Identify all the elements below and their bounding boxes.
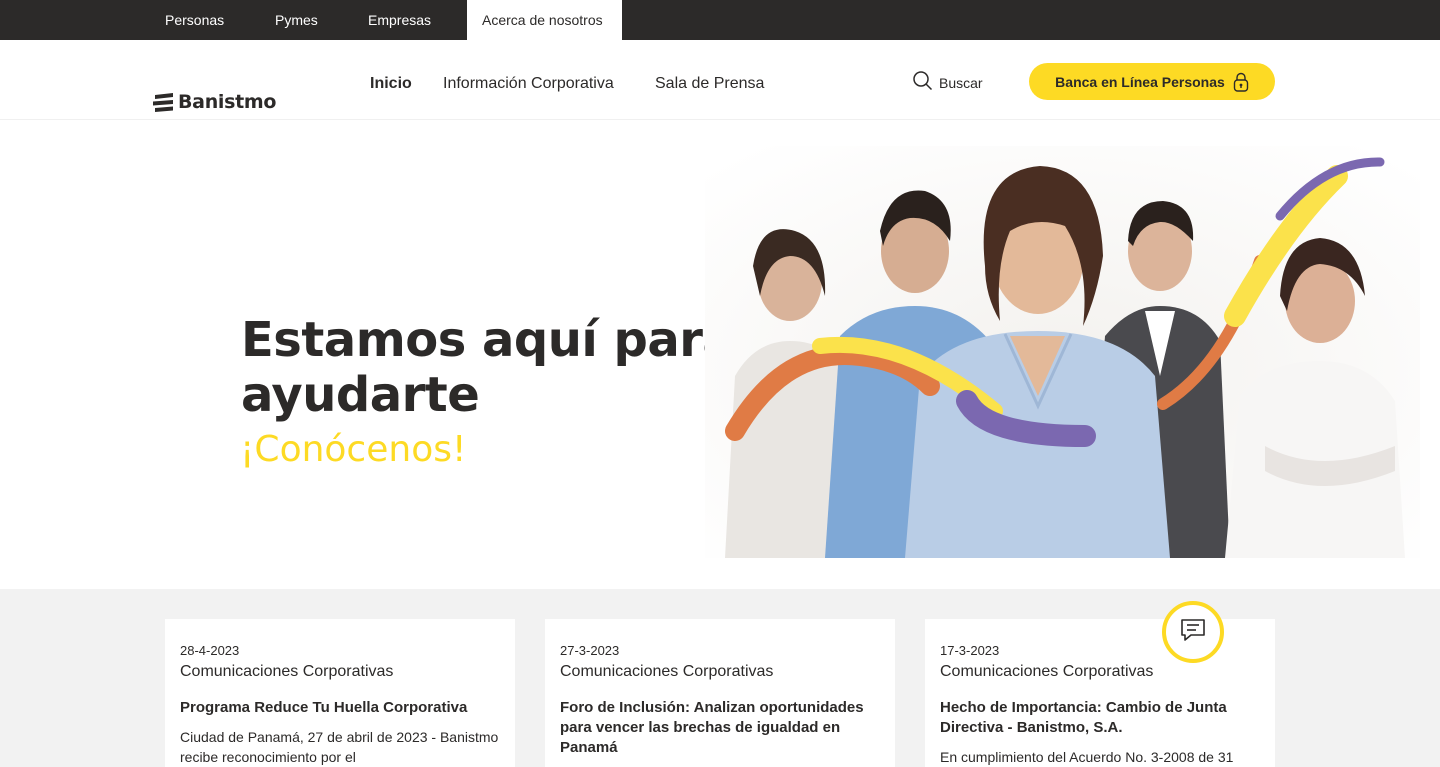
banistmo-logo-icon bbox=[153, 92, 175, 112]
hero-section: Estamos aquí para ayudarte ¡Conócenos! bbox=[0, 121, 1440, 589]
news-category: Comunicaciones Corporativas bbox=[180, 663, 394, 680]
segment-personas[interactable]: Personas bbox=[165, 0, 224, 40]
hero-team-illustration bbox=[705, 146, 1420, 558]
news-title[interactable]: Hecho de Importancia: Cambio de Junta Di… bbox=[940, 698, 1260, 738]
news-excerpt: Ciudad de Panamá, 27 de abril de 2023 - … bbox=[180, 729, 499, 765]
news-section: 28-4-2023 Comunicaciones Corporativas Pr… bbox=[0, 589, 1440, 767]
segment-empresas[interactable]: Empresas bbox=[368, 0, 431, 40]
search-icon bbox=[912, 70, 933, 96]
news-date: 27-3-2023 bbox=[560, 643, 620, 658]
chat-icon bbox=[1179, 616, 1207, 649]
brand-logo[interactable]: Banistmo bbox=[153, 90, 276, 114]
nav-inicio[interactable]: Inicio bbox=[370, 75, 412, 93]
nav-sala-de-prensa[interactable]: Sala de Prensa bbox=[655, 75, 764, 93]
cta-label: Banca en Línea Personas bbox=[1055, 73, 1225, 90]
news-category: Comunicaciones Corporativas bbox=[560, 663, 774, 680]
news-excerpt: En cumplimiento del Acuerdo No. 3-2008 d… bbox=[940, 749, 1234, 765]
nav-informacion-corporativa[interactable]: Información Corporativa bbox=[443, 75, 614, 93]
news-title[interactable]: Foro de Inclusión: Analizan oportunidade… bbox=[560, 698, 880, 758]
hero-title-line-2: ayudarte bbox=[241, 367, 480, 423]
search-button[interactable]: Buscar bbox=[912, 70, 983, 96]
news-card[interactable]: 28-4-2023 Comunicaciones Corporativas Pr… bbox=[165, 619, 515, 767]
hero-subtitle[interactable]: ¡Conócenos! bbox=[240, 429, 466, 470]
news-card[interactable]: 27-3-2023 Comunicaciones Corporativas Fo… bbox=[545, 619, 895, 767]
lock-icon bbox=[1233, 72, 1249, 92]
news-title[interactable]: Programa Reduce Tu Huella Corporativa bbox=[180, 698, 500, 718]
segment-pymes[interactable]: Pymes bbox=[275, 0, 318, 40]
chat-button[interactable] bbox=[1162, 601, 1224, 663]
main-header: Banistmo Inicio Información Corporativa … bbox=[0, 40, 1440, 120]
segment-bar: Personas Pymes Empresas Acerca de nosotr… bbox=[0, 0, 1440, 40]
hero-title-line-1: Estamos aquí para bbox=[241, 312, 735, 368]
hero-title: Estamos aquí para ayudarte bbox=[241, 313, 741, 423]
brand-name: Banistmo bbox=[178, 91, 277, 113]
segment-acerca[interactable]: Acerca de nosotros bbox=[467, 0, 622, 40]
search-label: Buscar bbox=[939, 75, 983, 91]
news-date: 28-4-2023 bbox=[180, 643, 240, 658]
news-category: Comunicaciones Corporativas bbox=[940, 663, 1154, 680]
banca-en-linea-button[interactable]: Banca en Línea Personas bbox=[1029, 63, 1275, 100]
